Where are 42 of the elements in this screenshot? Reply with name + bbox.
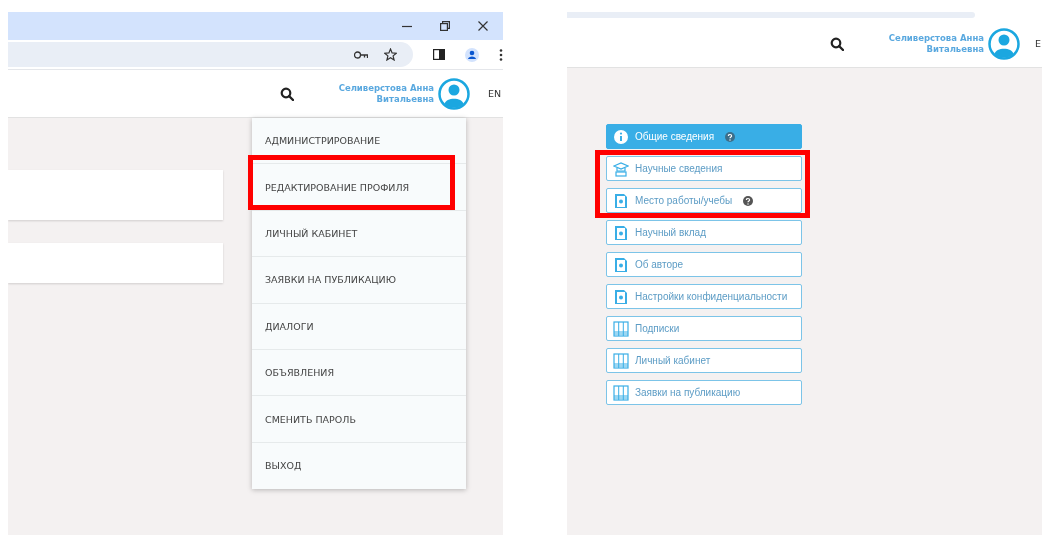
key-icon[interactable] [354,50,368,59]
menu-item[interactable]: ЛИЧНЫЙ КАБИНЕТ [252,210,466,258]
menu-item[interactable]: ОБЪЯВЛЕНИЯ [252,349,466,397]
language-link[interactable]: E [1035,38,1042,49]
nav-item[interactable]: Личный кабинет [606,348,802,373]
document-icon [613,224,629,241]
nav-item[interactable]: Научный вклад [606,220,802,245]
info-icon [613,128,629,145]
help-icon[interactable] [725,131,736,142]
table-icon [613,384,629,401]
profile-icon[interactable] [465,47,479,62]
user-name[interactable]: Селиверстова Анна Витальевна [888,32,984,55]
nav-item[interactable]: Об авторе [606,252,802,277]
user-name[interactable]: Селиверстова Анна Витальевна [338,82,434,105]
star-icon[interactable] [384,48,397,61]
menu-item[interactable]: СМЕНИТЬ ПАРОЛЬ [252,396,466,443]
menu-item[interactable]: АДМИНИСТРИРОВАНИЕ [252,118,466,165]
document-icon [613,288,629,305]
nav-item[interactable]: Научные сведения [606,156,802,181]
avatar-icon[interactable] [438,77,470,110]
document-icon [613,192,629,209]
document-icon [613,256,629,273]
menu-item[interactable]: ЗАЯВКИ НА ПУБЛИКАЦИЮ [252,257,466,304]
menu-item[interactable]: РЕДАКТИРОВАНИЕ ПРОФИЛЯ [252,164,466,211]
table-icon [613,352,629,369]
menu-item[interactable]: ДИАЛОГИ [252,303,466,350]
nav-item[interactable]: Заявки на публикацию [606,380,802,405]
restore-icon[interactable] [440,21,450,31]
search-icon[interactable] [279,86,294,101]
menu-item[interactable]: ВЫХОД [252,442,466,490]
search-icon[interactable] [829,36,844,51]
side-panel-icon[interactable] [433,49,445,60]
nav-item[interactable]: Место работы/учебы [606,188,802,213]
nav-item[interactable]: Настройки конфиденциальности [606,284,802,309]
help-icon[interactable] [743,195,754,206]
avatar-icon[interactable] [988,27,1020,60]
close-icon[interactable] [478,21,488,31]
table-icon [613,320,629,337]
nav-item[interactable]: Подписки [606,316,802,341]
nav-item[interactable]: Общие сведения [606,124,802,149]
graduation-cap-icon [613,160,629,177]
more-menu-icon[interactable] [499,48,503,61]
